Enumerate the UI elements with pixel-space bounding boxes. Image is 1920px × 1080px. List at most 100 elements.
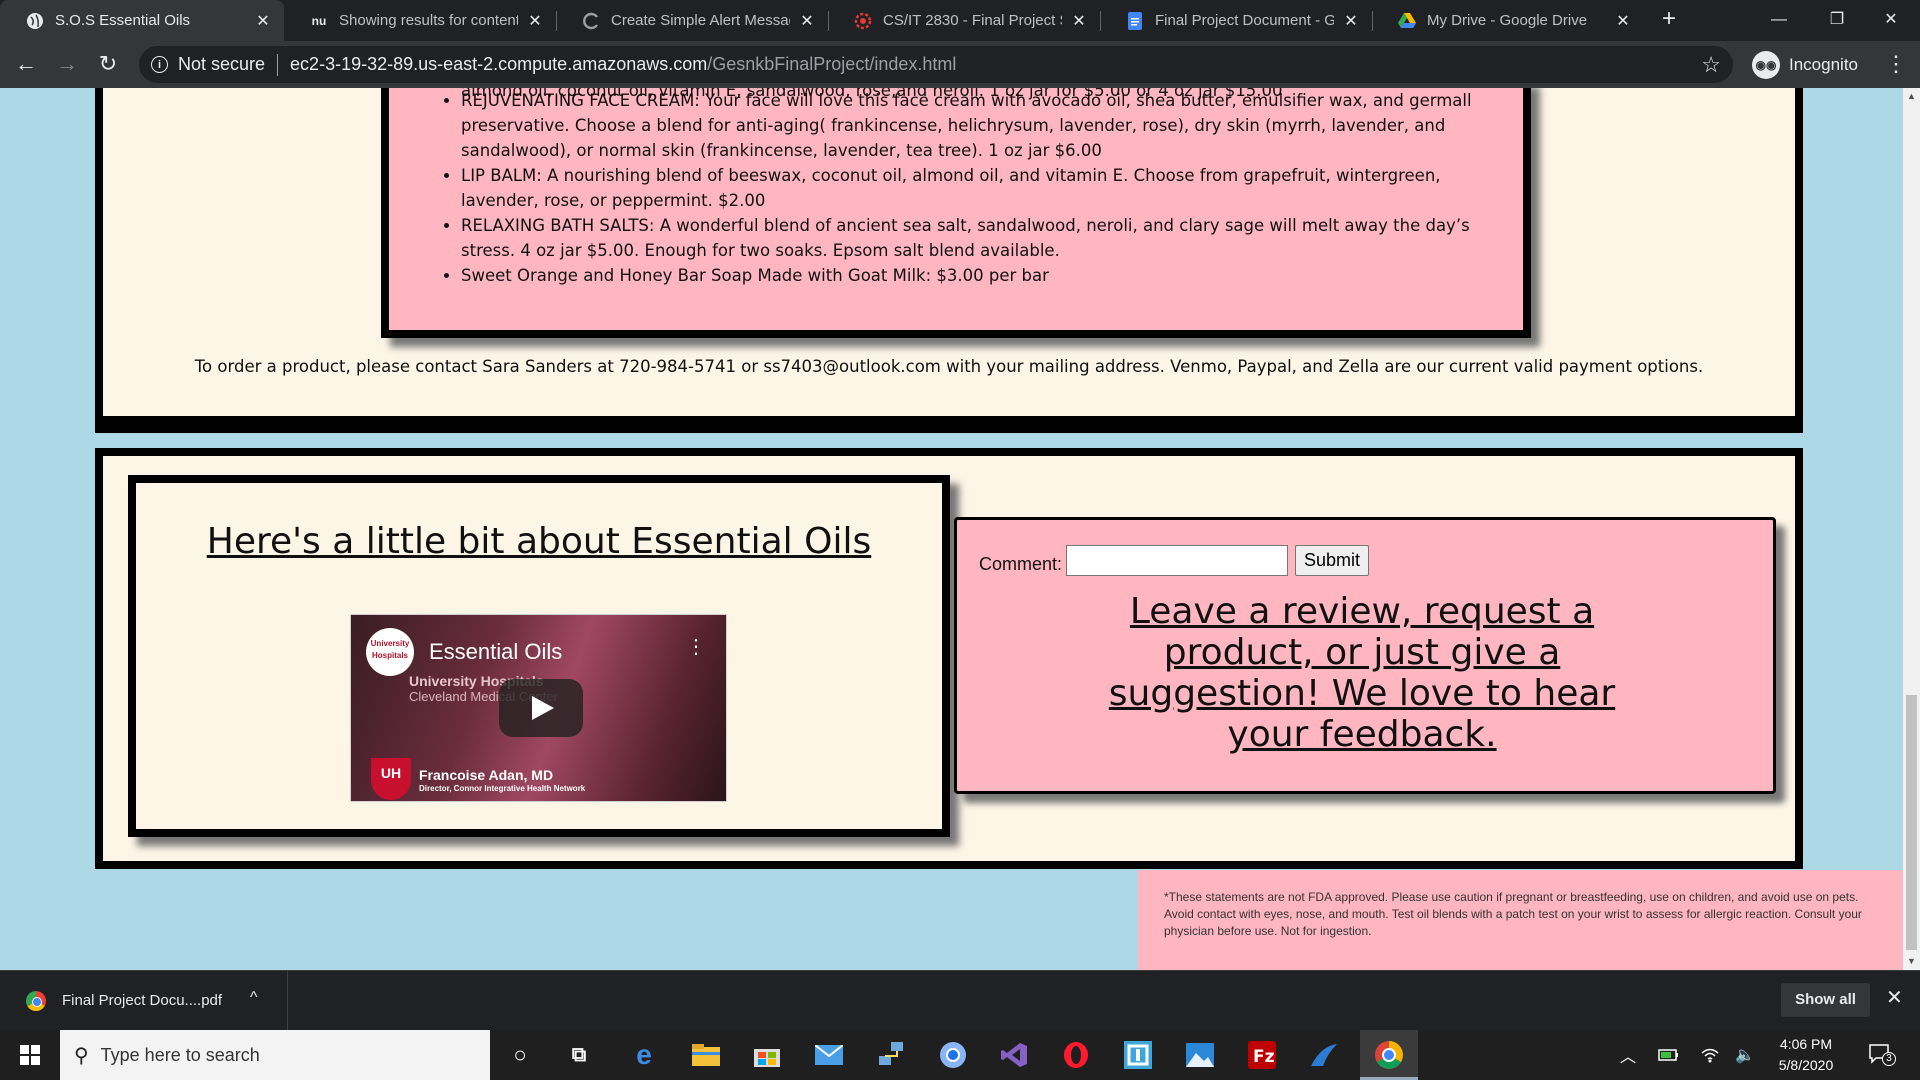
window-close-icon[interactable]: ✕ bbox=[1862, 0, 1920, 41]
scroll-up-arrow-icon[interactable]: ▲ bbox=[1903, 88, 1920, 105]
c-logo-icon bbox=[582, 12, 600, 30]
play-button-icon[interactable] bbox=[499, 679, 583, 737]
close-icon[interactable]: ✕ bbox=[1070, 11, 1088, 31]
tab-title: My Drive - Google Drive bbox=[1427, 12, 1588, 29]
edge-icon[interactable]: e bbox=[627, 1038, 661, 1072]
opera-icon[interactable] bbox=[1059, 1038, 1093, 1072]
product-list: REJUVENATING FACE CREAM: Your face will … bbox=[461, 88, 1521, 288]
tab-title: S.O.S Essential Oils bbox=[55, 12, 191, 29]
submit-button[interactable]: Submit bbox=[1295, 545, 1369, 576]
products-section: almond oil, coconut oil, vitamin E, sand… bbox=[95, 88, 1803, 433]
chrome-icon bbox=[26, 990, 46, 1011]
close-icon[interactable]: ✕ bbox=[1886, 985, 1903, 1010]
minimize-icon[interactable]: — bbox=[1750, 0, 1808, 41]
forward-arrow-icon[interactable]: → bbox=[53, 51, 81, 79]
incognito-icon: ◉◉ bbox=[1752, 51, 1780, 79]
start-button[interactable] bbox=[0, 1030, 60, 1080]
scrollbar-thumb[interactable] bbox=[1906, 695, 1917, 950]
video-title[interactable]: Essential Oils bbox=[429, 639, 562, 665]
page-scrollbar[interactable]: ▲ ▼ bbox=[1903, 88, 1920, 970]
product-item-face-cream: REJUVENATING FACE CREAM: Your face will … bbox=[461, 88, 1521, 163]
visual-studio-icon[interactable] bbox=[997, 1038, 1031, 1072]
tab-sos-essential-oils[interactable]: S.O.S Essential Oils ✕ bbox=[0, 0, 284, 41]
tab-final-project-submission[interactable]: CS/IT 2830 - Final Project Su ✕ bbox=[828, 0, 1100, 41]
app-bracket-icon[interactable] bbox=[1121, 1038, 1155, 1072]
video-menu-icon[interactable]: ⋮ bbox=[686, 637, 706, 657]
url-path: /GesnkbFinalProject/index.html bbox=[707, 54, 957, 74]
info-icon[interactable]: i bbox=[151, 56, 168, 73]
comment-label: Comment: bbox=[979, 554, 1063, 574]
fda-disclaimer: *These statements are not FDA approved. … bbox=[1138, 870, 1903, 970]
cortana-icon[interactable]: ○ bbox=[503, 1038, 537, 1072]
address-bar[interactable]: i Not secure ec2-3-19-32-89.us-east-2.co… bbox=[139, 46, 1733, 83]
tab-showing-results[interactable]: nu Showing results for contents ✕ bbox=[284, 0, 556, 41]
tab-create-alert[interactable]: Create Simple Alert Message ✕ bbox=[556, 0, 828, 41]
browser-menu-icon[interactable]: ⋮ bbox=[1885, 49, 1907, 79]
university-hospitals-logo: University Hospitals bbox=[366, 628, 414, 676]
tray-overflow-icon[interactable]: ︿ bbox=[1620, 1030, 1636, 1080]
presenter-name: Francoise Adan, MD bbox=[419, 767, 554, 783]
tab-my-drive[interactable]: My Drive - Google Drive ✕ bbox=[1372, 0, 1644, 41]
feedback-heading-link[interactable]: Leave a review, request a product, or ju… bbox=[1107, 591, 1617, 755]
download-bar: Final Project Docu....pdf ^ Show all ✕ bbox=[0, 970, 1920, 1030]
taskbar-search[interactable]: ⚲ Type here to search bbox=[60, 1030, 490, 1080]
clock-time: 4:06 PM bbox=[1779, 1036, 1833, 1052]
chrome-taskbar-icon[interactable] bbox=[1372, 1038, 1406, 1072]
windows-taskbar: ⚲ Type here to search ○ ⧉ e Fz ︿ 🔈 4:06 … bbox=[0, 1030, 1920, 1080]
comment-input[interactable] bbox=[1066, 545, 1288, 576]
google-drive-icon bbox=[1398, 12, 1416, 30]
chromium-icon[interactable] bbox=[936, 1038, 970, 1072]
info-feedback-section: Here's a little bit about Essential Oils… bbox=[95, 448, 1803, 869]
tab-final-project-document[interactable]: Final Project Document - Go ✕ bbox=[1100, 0, 1372, 41]
volume-icon[interactable]: 🔈 bbox=[1735, 1030, 1755, 1080]
notification-center-icon[interactable]: 3 bbox=[1868, 1042, 1896, 1071]
nu-icon: nu bbox=[311, 13, 327, 28]
network-tool-icon[interactable] bbox=[874, 1038, 908, 1072]
wing-app-icon[interactable] bbox=[1307, 1038, 1341, 1072]
tab-title: Create Simple Alert Message bbox=[611, 12, 790, 29]
tab-title: CS/IT 2830 - Final Project Su bbox=[883, 12, 1062, 29]
store-icon[interactable] bbox=[750, 1038, 784, 1072]
gear-logo-icon bbox=[854, 12, 872, 30]
new-tab-button[interactable]: + bbox=[1655, 6, 1683, 34]
clock-date: 5/8/2020 bbox=[1778, 1057, 1834, 1073]
bookmark-star-icon[interactable]: ☆ bbox=[1701, 52, 1721, 78]
wifi-icon[interactable] bbox=[1700, 1030, 1720, 1080]
close-icon[interactable]: ✕ bbox=[1342, 11, 1360, 31]
notification-count: 3 bbox=[1882, 1052, 1896, 1066]
file-explorer-icon[interactable] bbox=[689, 1038, 723, 1072]
close-icon[interactable]: ✕ bbox=[254, 11, 272, 31]
tab-title: Showing results for contents bbox=[339, 12, 518, 29]
order-instructions: To order a product, please contact Sara … bbox=[194, 357, 1704, 376]
embedded-video-player[interactable]: University Hospitals Essential Oils Univ… bbox=[350, 614, 727, 802]
product-item-bath-salts: RELAXING BATH SALTS: A wonderful blend o… bbox=[461, 213, 1521, 263]
incognito-indicator[interactable]: ◉◉ Incognito bbox=[1752, 47, 1858, 83]
show-all-button[interactable]: Show all bbox=[1781, 983, 1870, 1017]
url-host: ec2-3-19-32-89.us-east-2.compute.amazona… bbox=[290, 54, 708, 74]
product-item-lip-balm: LIP BALM: A nourishing blend of beeswax,… bbox=[461, 163, 1521, 213]
task-view-icon[interactable]: ⧉ bbox=[562, 1038, 596, 1072]
page-viewport: almond oil, coconut oil, vitamin E, sand… bbox=[0, 88, 1903, 970]
globe-icon bbox=[26, 12, 44, 30]
chevron-up-icon[interactable]: ^ bbox=[250, 989, 258, 1007]
google-docs-icon bbox=[1126, 11, 1144, 30]
svg-text:Fz: Fz bbox=[1253, 1047, 1275, 1067]
mail-icon[interactable] bbox=[812, 1038, 846, 1072]
tab-title: Final Project Document - Go bbox=[1155, 12, 1334, 29]
photos-icon[interactable] bbox=[1183, 1038, 1217, 1072]
download-item[interactable]: Final Project Docu....pdf ^ bbox=[0, 971, 288, 1030]
product-item-bar-soap: Sweet Orange and Honey Bar Soap Made wit… bbox=[461, 263, 1521, 288]
restore-icon[interactable]: ❐ bbox=[1808, 0, 1866, 41]
uh-badge: UH bbox=[371, 758, 411, 800]
close-icon[interactable]: ✕ bbox=[798, 11, 816, 31]
scroll-down-arrow-icon[interactable]: ▼ bbox=[1903, 953, 1920, 970]
taskbar-clock[interactable]: 4:06 PM 5/8/2020 bbox=[1762, 1034, 1850, 1076]
reload-icon[interactable]: ↻ bbox=[94, 51, 122, 79]
battery-icon[interactable] bbox=[1658, 1030, 1680, 1080]
comment-box: Comment: Submit Leave a review, request … bbox=[954, 517, 1776, 794]
close-icon[interactable]: ✕ bbox=[1614, 11, 1632, 31]
back-arrow-icon[interactable]: ← bbox=[12, 51, 40, 79]
filezilla-icon[interactable]: Fz bbox=[1245, 1038, 1279, 1072]
close-icon[interactable]: ✕ bbox=[526, 11, 544, 31]
video-heading-link[interactable]: Here's a little bit about Essential Oils bbox=[136, 521, 942, 562]
